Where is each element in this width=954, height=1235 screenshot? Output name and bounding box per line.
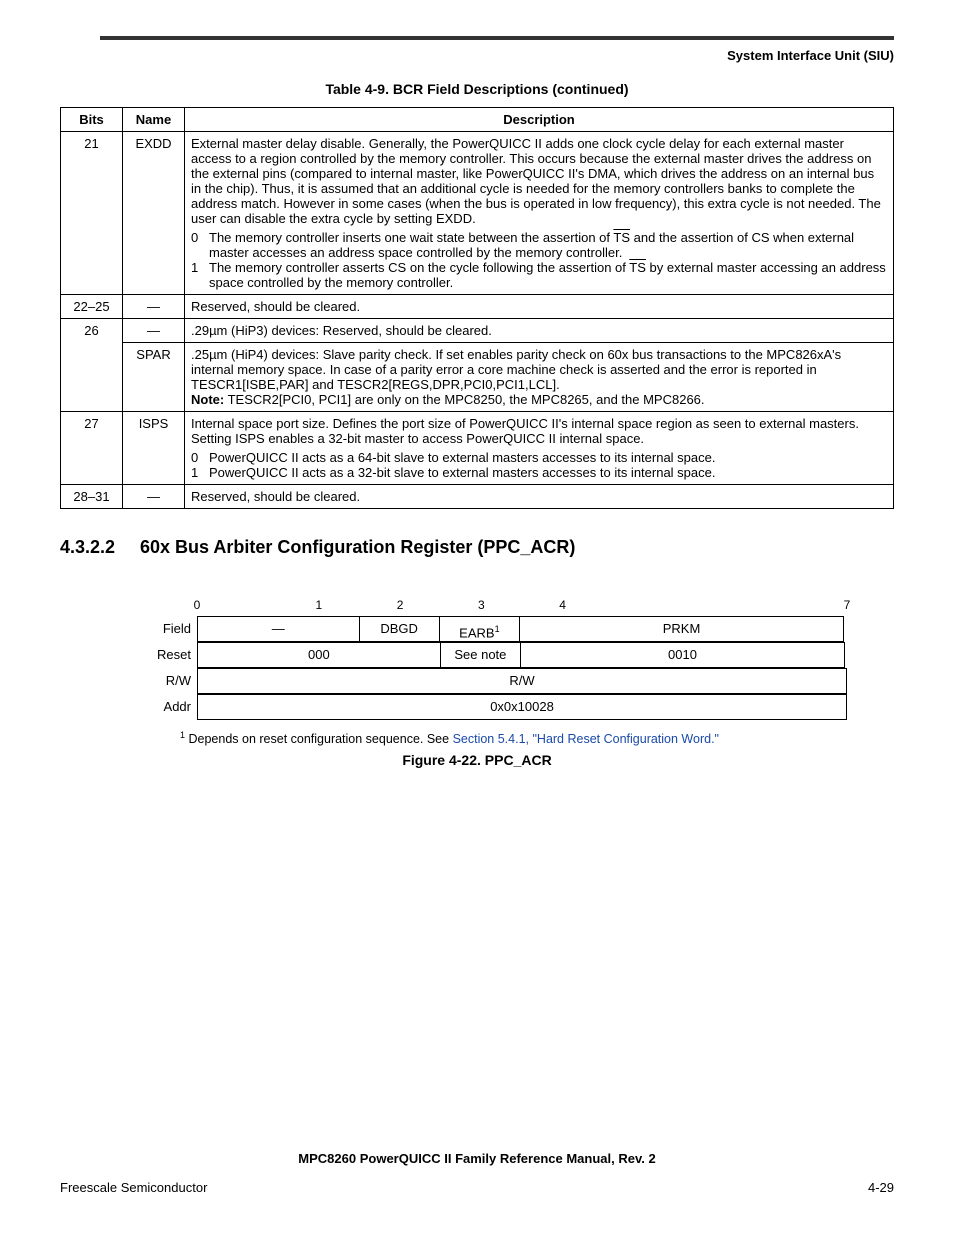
footnote: 1 Depends on reset configuration sequenc…: [180, 730, 894, 746]
section-title: 60x Bus Arbiter Configuration Register (…: [140, 537, 575, 558]
table-row: 22–25 — Reserved, should be cleared.: [61, 295, 894, 319]
list-item: 1 The memory controller asserts CS on th…: [191, 260, 887, 290]
cell-desc: Reserved, should be cleared.: [185, 485, 894, 509]
list-text: PowerQUICC II acts as a 64-bit slave to …: [209, 450, 887, 465]
reset-val: 0010: [520, 642, 845, 668]
note-label: Note:: [191, 392, 224, 407]
reg-row-rw: R/W R/W: [107, 668, 847, 694]
table-row: 21 EXDD External master delay disable. G…: [61, 132, 894, 295]
cell-name: ISPS: [123, 412, 185, 485]
desc-list: 0 PowerQUICC II acts as a 64-bit slave t…: [191, 450, 887, 480]
cell-desc: External master delay disable. Generally…: [185, 132, 894, 295]
cell-desc: .25µm (HiP4) devices: Slave parity check…: [185, 343, 894, 412]
signal-ts: TS: [613, 230, 630, 245]
note-text: TESCR2[PCI0, PCI1] are only on the MPC82…: [224, 392, 704, 407]
field-reserved: —: [197, 616, 360, 642]
list-text: The memory controller inserts one wait s…: [209, 230, 887, 260]
manual-title: MPC8260 PowerQUICC II Family Reference M…: [60, 1151, 894, 1166]
col-name: Name: [123, 108, 185, 132]
list-item: 0 The memory controller inserts one wait…: [191, 230, 887, 260]
section-heading: 4.3.2.2 60x Bus Arbiter Configuration Re…: [60, 537, 894, 558]
rw-val: R/W: [197, 668, 847, 694]
reg-row-addr: Addr 0x0x10028: [107, 694, 847, 720]
cell-bits: 27: [61, 412, 123, 485]
list-text: PowerQUICC II acts as a 32-bit slave to …: [209, 465, 887, 480]
row-label: R/W: [107, 668, 197, 694]
cell-bits: 28–31: [61, 485, 123, 509]
field-prkm: PRKM: [519, 616, 844, 642]
txt: The memory controller inserts one wait s…: [209, 230, 613, 245]
cell-name: EXDD: [123, 132, 185, 295]
field-dbgd: DBGD: [359, 616, 440, 642]
bit-numbers: 0 1 2 3 4 7: [197, 598, 847, 616]
cell-bits: 26: [61, 319, 123, 412]
txt: The memory controller asserts CS on the …: [209, 260, 629, 275]
footnote-text: Depends on reset configuration sequence.…: [185, 732, 453, 746]
reset-val: See note: [440, 642, 521, 668]
bcr-table: Bits Name Description 21 EXDD External m…: [60, 107, 894, 509]
cell-bits: 21: [61, 132, 123, 295]
list-num: 1: [191, 465, 209, 480]
bitnum: 4: [559, 598, 566, 612]
txt: EARB: [459, 625, 494, 640]
page-footer: MPC8260 PowerQUICC II Family Reference M…: [60, 1151, 894, 1195]
row-label: Addr: [107, 694, 197, 720]
list-num: 0: [191, 230, 209, 260]
row-label: Reset: [107, 642, 197, 668]
col-bits: Bits: [61, 108, 123, 132]
cell-desc: Reserved, should be cleared.: [185, 295, 894, 319]
desc-body: Internal space port size. Defines the po…: [191, 416, 859, 446]
table-header-row: Bits Name Description: [61, 108, 894, 132]
bitnum: 0: [194, 598, 201, 612]
table-caption: Table 4-9. BCR Field Descriptions (conti…: [60, 81, 894, 97]
figure-caption: Figure 4-22. PPC_ACR: [60, 752, 894, 768]
reset-val: 000: [197, 642, 441, 668]
running-header: System Interface Unit (SIU): [60, 48, 894, 63]
page: System Interface Unit (SIU) Table 4-9. B…: [0, 0, 954, 1235]
addr-val: 0x0x10028: [197, 694, 847, 720]
list-item: 0 PowerQUICC II acts as a 64-bit slave t…: [191, 450, 887, 465]
cell-desc: Internal space port size. Defines the po…: [185, 412, 894, 485]
cell-bits: 22–25: [61, 295, 123, 319]
cell-name: —: [123, 485, 185, 509]
list-num: 0: [191, 450, 209, 465]
cell-name: —: [123, 295, 185, 319]
bitnum: 1: [316, 598, 323, 612]
signal-ts: TS: [629, 260, 646, 275]
footer-left: Freescale Semiconductor: [60, 1180, 207, 1195]
cell-desc: .29µm (HiP3) devices: Reserved, should b…: [185, 319, 894, 343]
bitnum: 3: [478, 598, 485, 612]
bitnum: 2: [397, 598, 404, 612]
top-rule: [100, 36, 894, 40]
xref-link[interactable]: Section 5.4.1, "Hard Reset Configuration…: [453, 732, 719, 746]
row-label: Field: [107, 616, 197, 642]
footer-right: 4-29: [868, 1180, 894, 1195]
table-row: SPAR .25µm (HiP4) devices: Slave parity …: [61, 343, 894, 412]
reg-row-field: Field — DBGD EARB1 PRKM: [107, 616, 847, 642]
reg-row-reset: Reset 000 See note 0010: [107, 642, 847, 668]
desc-body: .25µm (HiP4) devices: Slave parity check…: [191, 347, 841, 392]
section-number: 4.3.2.2: [60, 537, 140, 558]
bitnum: 7: [844, 598, 851, 612]
desc-list: 0 The memory controller inserts one wait…: [191, 230, 887, 290]
field-earb: EARB1: [439, 616, 520, 642]
table-row: 28–31 — Reserved, should be cleared.: [61, 485, 894, 509]
cell-name: SPAR: [123, 343, 185, 412]
register-diagram: 0 1 2 3 4 7 Field — DBGD EARB1 PRKM Rese…: [107, 598, 847, 720]
table-row: 27 ISPS Internal space port size. Define…: [61, 412, 894, 485]
cell-name: —: [123, 319, 185, 343]
list-item: 1 PowerQUICC II acts as a 32-bit slave t…: [191, 465, 887, 480]
list-num: 1: [191, 260, 209, 290]
footnote-ref: 1: [495, 624, 500, 634]
table-row: 26 — .29µm (HiP3) devices: Reserved, sho…: [61, 319, 894, 343]
col-desc: Description: [185, 108, 894, 132]
desc-body: External master delay disable. Generally…: [191, 136, 881, 226]
list-text: The memory controller asserts CS on the …: [209, 260, 887, 290]
